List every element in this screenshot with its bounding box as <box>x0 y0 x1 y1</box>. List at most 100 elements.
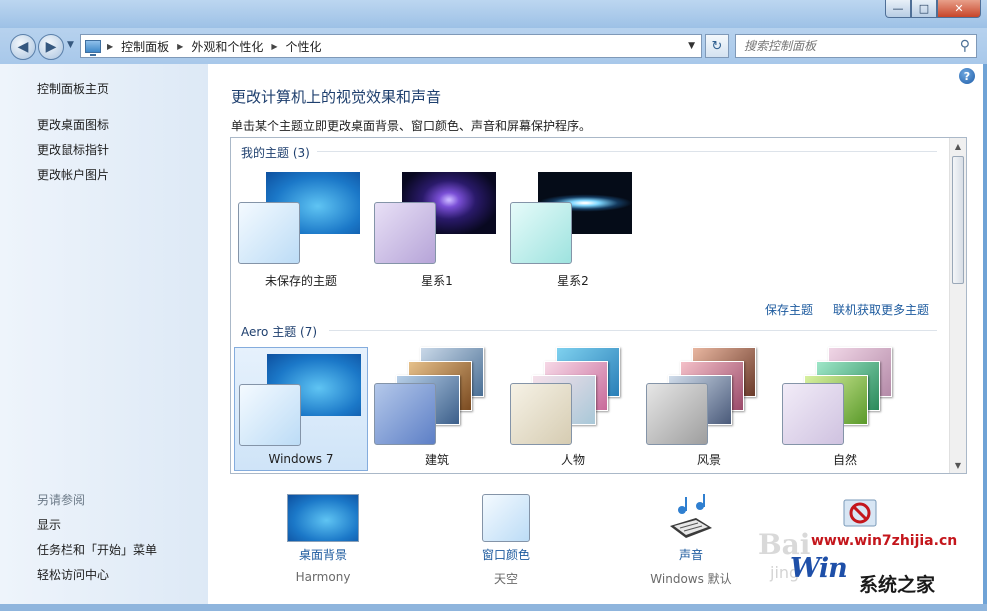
refresh-icon: ↻ <box>711 38 723 54</box>
theme-windows-7[interactable]: Windows 7 <box>234 347 368 471</box>
title-bar: — □ ✕ <box>0 0 987 28</box>
breadcrumb-separator-icon[interactable]: ▶ <box>177 42 183 51</box>
forward-arrow-icon: ▶ <box>45 39 57 55</box>
setting-name[interactable]: 声音 <box>626 546 756 563</box>
theme-label: 建筑 <box>424 453 449 467</box>
sound-icon <box>670 494 712 538</box>
theme-label: 风景 <box>696 453 721 467</box>
theme-characters[interactable]: 人物 <box>506 347 640 471</box>
setting-value: 天空 <box>493 572 518 586</box>
desktop-background-icon <box>287 494 359 542</box>
close-icon: ✕ <box>954 2 964 15</box>
minimize-button[interactable]: — <box>885 0 911 18</box>
sidebar-item-account-picture[interactable]: 更改帐户图片 <box>37 166 109 183</box>
theme-color-preview <box>782 383 844 445</box>
theme-label: 人物 <box>560 453 585 467</box>
scroll-down-button[interactable]: ▼ <box>950 457 966 473</box>
group-header-label: Aero 主题 (7) <box>241 325 318 339</box>
theme-color-preview <box>239 384 301 446</box>
scroll-up-icon: ▲ <box>954 141 962 151</box>
theme-galaxy-2[interactable]: 星系2 <box>506 166 640 290</box>
breadcrumb-separator-icon[interactable]: ▶ <box>271 42 277 51</box>
navigation-bar: ◀ ▶ ▼ ▶ 控制面板 ▶ 外观和个性化 ▶ 个性化 ▼ ↻ ⚲ <box>0 28 987 64</box>
left-navigation-pane: 控制面板主页 更改桌面图标 更改鼠标指针 更改帐户图片 另请参阅 显示 任务栏和… <box>0 64 208 604</box>
theme-architecture[interactable]: 建筑 <box>370 347 504 471</box>
help-icon: ? <box>963 69 971 83</box>
breadcrumb-separator-icon: ▶ <box>107 41 114 51</box>
theme-color-preview <box>374 202 436 264</box>
window-bottom-border <box>0 604 987 611</box>
theme-label: 未保存的主题 <box>264 274 337 288</box>
theme-color-preview <box>238 202 300 264</box>
theme-nature[interactable]: 自然 <box>778 347 912 471</box>
setting-value: Harmony <box>295 570 351 584</box>
group-divider <box>317 151 937 152</box>
scrollbar-thumb[interactable] <box>952 156 964 284</box>
theme-landscapes[interactable]: 风景 <box>642 347 776 471</box>
sidebar-item-desktop-icons[interactable]: 更改桌面图标 <box>37 116 109 133</box>
close-button[interactable]: ✕ <box>937 0 981 18</box>
help-button[interactable]: ? <box>959 68 975 84</box>
refresh-button[interactable]: ↻ <box>705 34 729 58</box>
theme-galaxy-1[interactable]: 星系1 <box>370 166 504 290</box>
watermark: Bai jing www.win7zhijia.cn Win 系统之家 <box>758 498 985 598</box>
group-divider <box>329 330 937 331</box>
window-color-icon <box>482 494 530 542</box>
group-header-my-themes: 我的主题 (3) <box>241 144 310 161</box>
group-header-label: 我的主题 (3) <box>241 146 310 160</box>
search-icon[interactable]: ⚲ <box>960 38 970 54</box>
chevron-down-icon: ▼ <box>688 41 695 51</box>
breadcrumb-item-control-panel[interactable]: 控制面板 <box>121 38 169 55</box>
back-arrow-icon: ◀ <box>17 39 29 55</box>
screensaver-icon <box>843 499 877 527</box>
see-also-heading: 另请参阅 <box>37 493 86 507</box>
theme-label: Windows 7 <box>268 452 334 466</box>
sidebar-item-mouse-pointers[interactable]: 更改鼠标指针 <box>37 141 109 158</box>
recent-pages-dropdown[interactable]: ▼ <box>67 40 74 50</box>
page-description: 单击某个主题立即更改桌面背景、窗口颜色、声音和屏幕保护程序。 <box>231 119 592 133</box>
watermark-url: www.win7zhijia.cn <box>811 533 958 549</box>
scroll-up-button[interactable]: ▲ <box>950 138 966 154</box>
watermark-logo: Win <box>790 553 848 584</box>
theme-unsaved[interactable]: 未保存的主题 <box>234 166 368 290</box>
theme-color-preview <box>510 202 572 264</box>
back-button[interactable]: ◀ <box>10 34 36 60</box>
maximize-button[interactable]: □ <box>911 0 937 18</box>
theme-label: 星系1 <box>421 274 453 288</box>
get-more-themes-link[interactable]: 联机获取更多主题 <box>833 301 929 318</box>
see-also-taskbar[interactable]: 任务栏和「开始」菜单 <box>37 541 157 558</box>
theme-label: 自然 <box>832 453 857 467</box>
watermark-brand: 系统之家 <box>859 574 936 596</box>
see-also-ease-of-access[interactable]: 轻松访问中心 <box>37 566 109 583</box>
sidebar-item-control-panel-home[interactable]: 控制面板主页 <box>37 80 109 97</box>
theme-list-scrollbar[interactable]: ▲ ▼ <box>949 138 966 473</box>
address-dropdown[interactable]: ▼ <box>688 41 695 51</box>
scroll-down-icon: ▼ <box>954 460 962 470</box>
setting-value: Windows 默认 <box>650 572 732 586</box>
see-also-display[interactable]: 显示 <box>37 516 61 533</box>
save-theme-link[interactable]: 保存主题 <box>765 301 813 318</box>
search-input[interactable] <box>744 39 944 53</box>
theme-color-preview <box>646 383 708 445</box>
desktop-background-setting[interactable]: 桌面背景 Harmony <box>258 494 388 584</box>
forward-button[interactable]: ▶ <box>38 34 64 60</box>
maximize-icon: □ <box>918 2 930 15</box>
theme-color-preview <box>374 383 436 445</box>
search-box[interactable]: ⚲ <box>735 34 977 58</box>
theme-color-preview <box>510 383 572 445</box>
theme-list: 我的主题 (3) 未保存的主题 星系1 星系2 保存主题 联机获取更多主题 Ae… <box>230 137 967 474</box>
theme-label: 星系2 <box>557 274 589 288</box>
breadcrumb-item-personalization[interactable]: 个性化 <box>286 38 322 55</box>
minimize-icon: — <box>892 2 904 15</box>
window-color-setting[interactable]: 窗口颜色 天空 <box>441 494 571 587</box>
group-header-aero-themes: Aero 主题 (7) <box>241 323 317 340</box>
window-controls: — □ ✕ <box>885 0 981 18</box>
setting-name[interactable]: 桌面背景 <box>258 546 388 563</box>
address-bar[interactable]: ▶ 控制面板 ▶ 外观和个性化 ▶ 个性化 ▼ <box>80 34 702 58</box>
page-title: 更改计算机上的视觉效果和声音 <box>231 88 442 106</box>
breadcrumb-item-appearance[interactable]: 外观和个性化 <box>191 38 263 55</box>
control-panel-icon <box>85 39 101 56</box>
setting-name[interactable]: 窗口颜色 <box>441 546 571 563</box>
breadcrumb: ▶ 控制面板 ▶ 外观和个性化 ▶ 个性化 <box>107 38 322 55</box>
sound-setting[interactable]: 声音 Windows 默认 <box>626 494 756 587</box>
